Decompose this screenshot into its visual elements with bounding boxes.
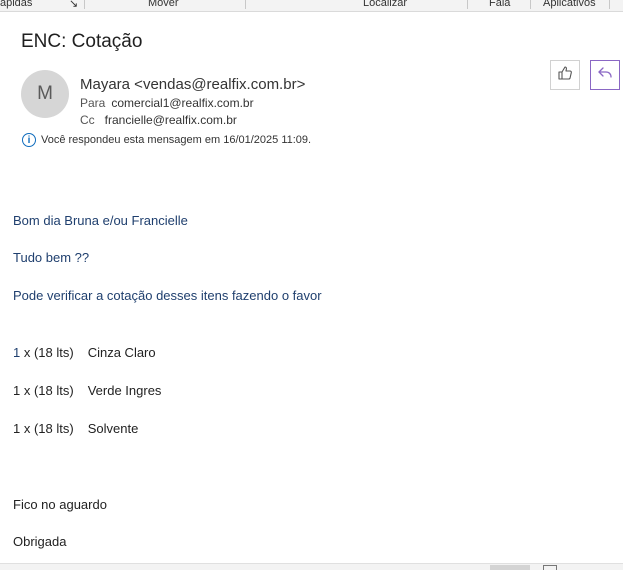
reply-icon (597, 65, 613, 86)
to-line: Para comercial1@realfix.com.br (80, 96, 254, 110)
ribbon-group-speech: Fala (489, 0, 511, 9)
ribbon-group-move: Mover (148, 0, 179, 9)
thumbs-up-icon (557, 65, 573, 86)
to-recipient[interactable]: comercial1@realfix.com.br (111, 96, 253, 110)
view-reading-button[interactable] (543, 565, 557, 570)
reply-info-bar: i Você respondeu esta mensagem em 16/01/… (22, 133, 311, 147)
list-item: 1 x (18 lts) Solvente (13, 421, 139, 436)
avatar[interactable]: M (21, 70, 69, 118)
info-icon: i (22, 133, 36, 147)
reply-button[interactable] (590, 60, 620, 90)
reply-info-text: Você respondeu esta mensagem em 16/01/20… (41, 134, 312, 146)
sender-name[interactable]: Mayara <vendas@realfix.com.br> (80, 76, 305, 93)
cc-label: Cc (80, 113, 95, 127)
to-label: Para (80, 96, 106, 110)
cc-line: Cc francielle@realfix.com.br (80, 113, 237, 127)
ribbon-group-quick-steps: ápidas (0, 0, 33, 9)
body-line-2: Tudo bem ?? (13, 250, 90, 265)
ribbon-group-find: Localizar (363, 0, 408, 9)
body-greeting: Bom dia Bruna e/ou Francielle (13, 213, 188, 228)
list-item: 1 x (18 lts) Cinza Claro (13, 345, 156, 360)
like-button[interactable] (550, 60, 580, 90)
view-normal-button[interactable] (490, 565, 530, 570)
ribbon-group-labels: ápidas ↘ Mover Localizar Fala Aplicativo… (0, 0, 623, 12)
body-closing-1: Fico no aguardo (13, 497, 107, 512)
ribbon-group-apps: Aplicativos (543, 0, 596, 9)
dialog-launcher-icon[interactable]: ↘ (69, 0, 78, 10)
body-line-3: Pode verificar a cotação desses itens fa… (13, 288, 322, 303)
message-subject: ENC: Cotação (21, 31, 143, 52)
cc-recipient[interactable]: francielle@realfix.com.br (105, 113, 237, 127)
body-closing-2: Obrigada (13, 534, 67, 549)
list-item: 1 x (18 lts) Verde Ingres (13, 383, 162, 398)
